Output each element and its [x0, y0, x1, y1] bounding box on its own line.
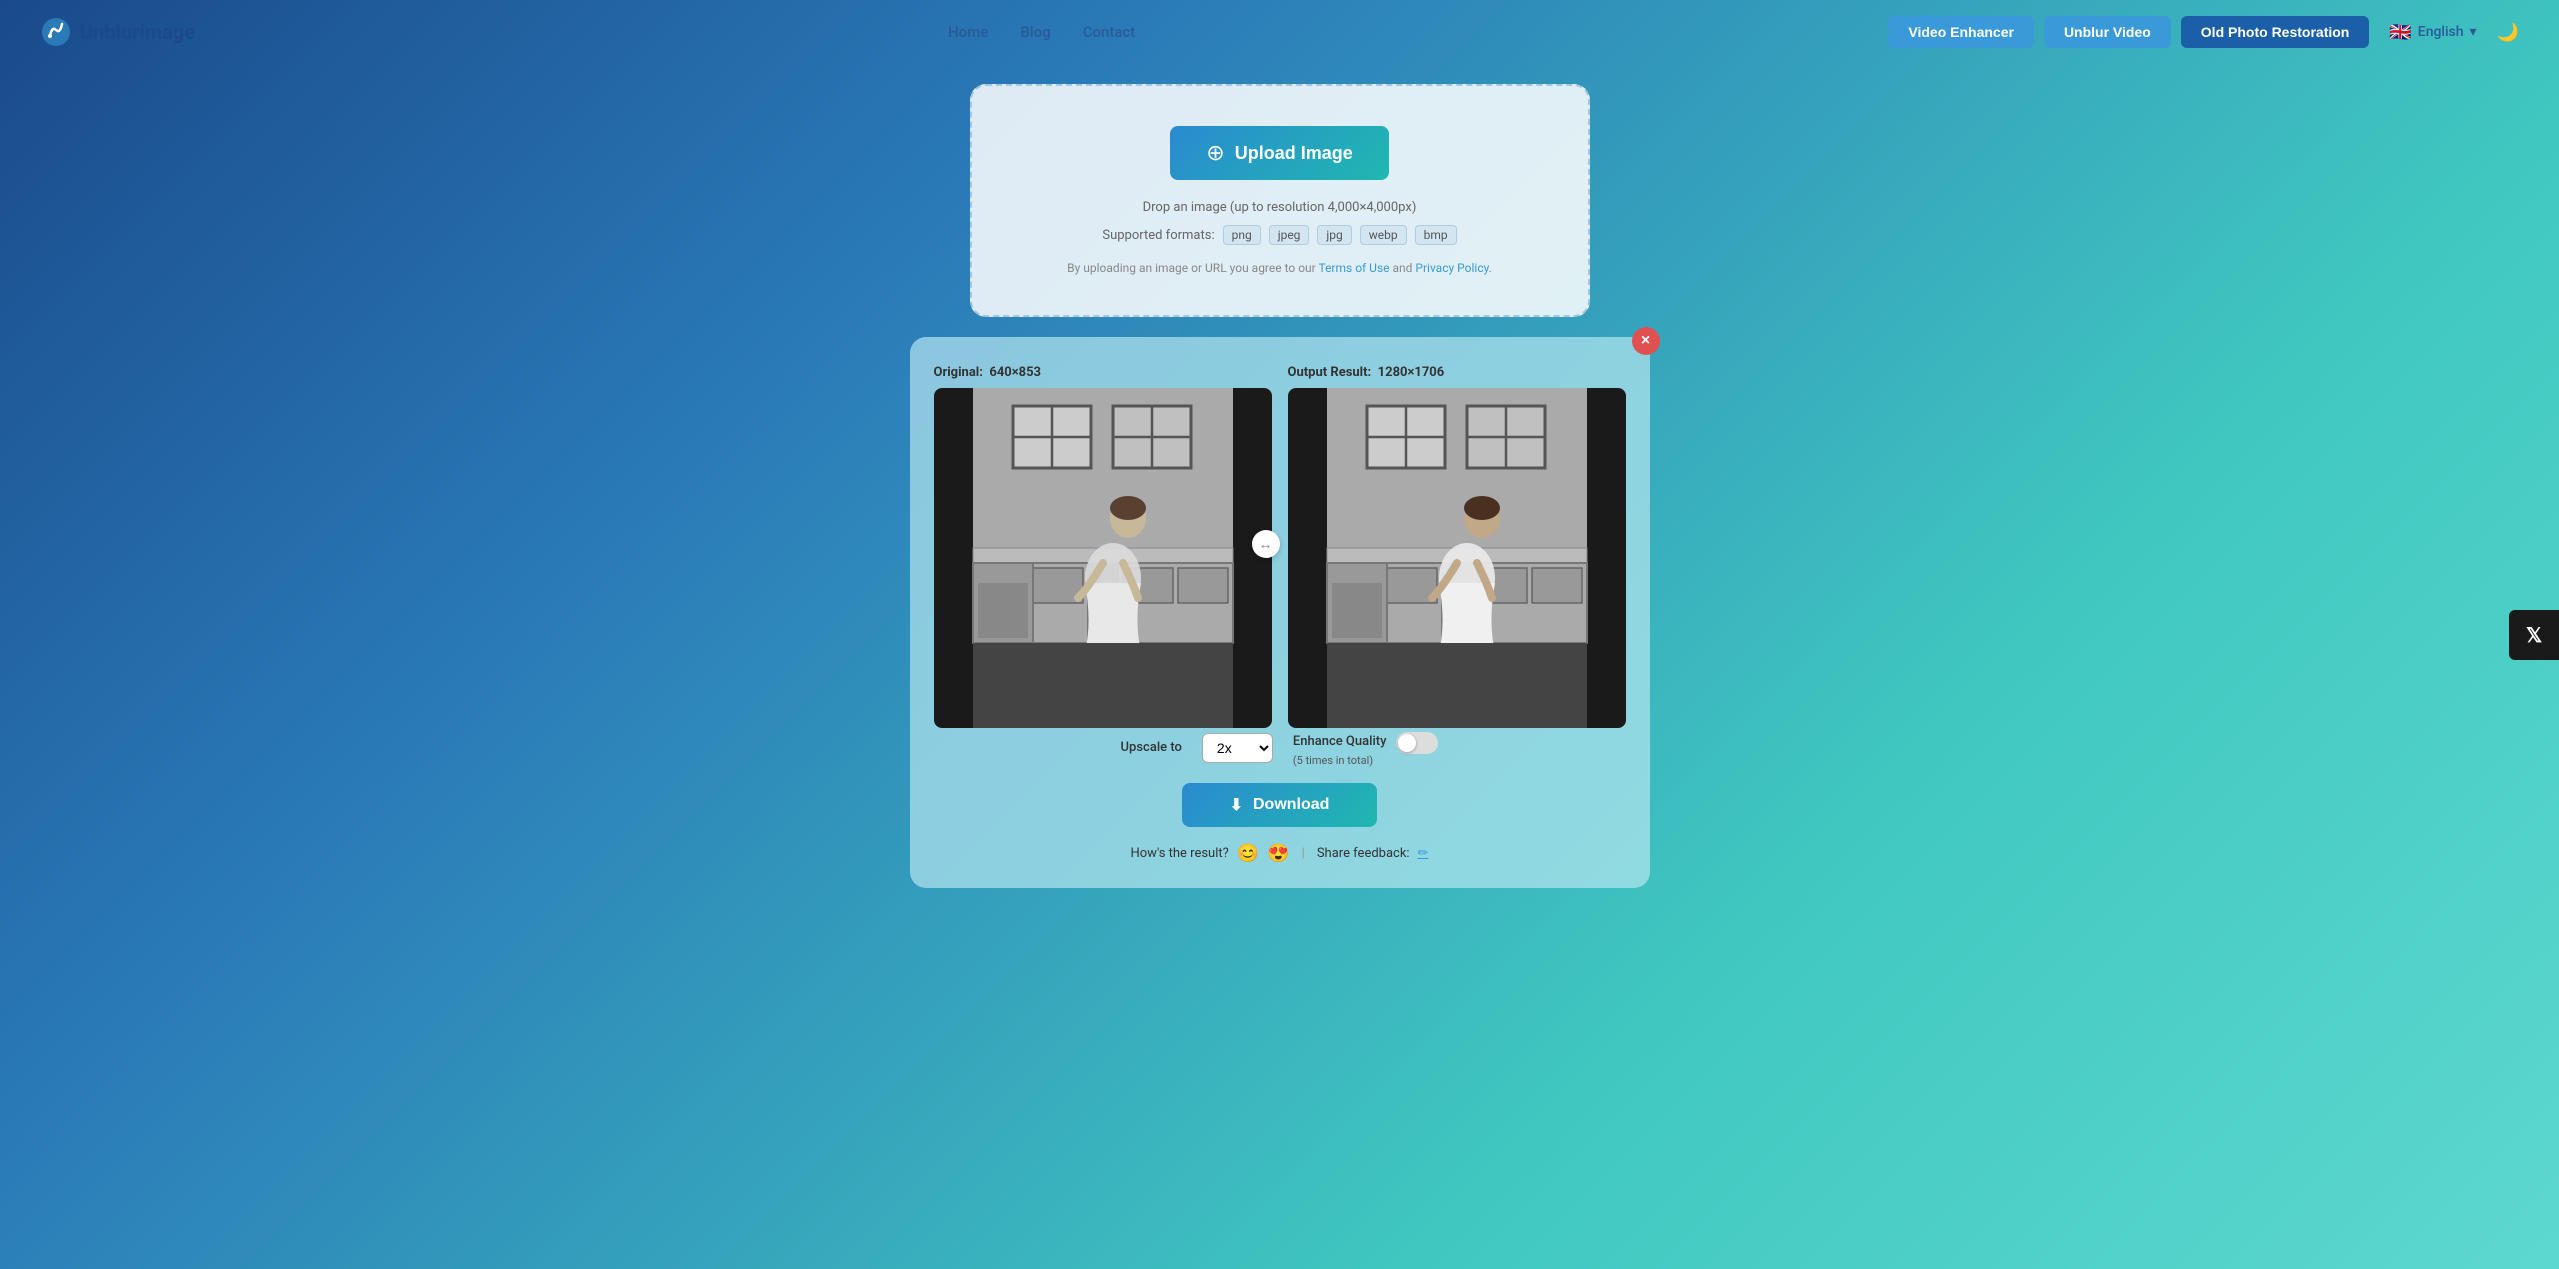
emoji-love[interactable]: 😍 — [1267, 843, 1289, 864]
images-comparison: ↔ — [934, 388, 1626, 728]
image-labels-row: Original: 640×853 Output Result: 1280×17… — [934, 361, 1626, 380]
terms-text: By uploading an image or URL you agree t… — [1032, 261, 1528, 275]
header-right: Video Enhancer Unblur Video Old Photo Re… — [1888, 16, 2519, 49]
images-divider: ↔ — [1252, 530, 1280, 558]
original-label-area: Original: 640×853 — [934, 361, 1272, 380]
lang-label: English — [2418, 24, 2464, 40]
output-image-panel — [1288, 388, 1626, 728]
x-twitter-button[interactable]: 𝕏 — [2509, 610, 2559, 660]
unblur-video-button[interactable]: Unblur Video — [2044, 16, 2171, 48]
enhance-sub: (5 times in total) — [1293, 754, 1373, 767]
share-feedback-link[interactable]: ✏ — [1418, 846, 1429, 861]
main-nav: Home Blog Contact — [948, 23, 1135, 41]
main-content: ⊕ Upload Image Drop an image (up to reso… — [0, 64, 2559, 928]
download-button[interactable]: ⬇ Download — [1182, 783, 1378, 827]
format-jpg: jpg — [1317, 225, 1351, 245]
close-button[interactable]: × — [1632, 327, 1660, 355]
format-jpeg: jpeg — [1269, 225, 1310, 245]
formats-label: Supported formats: — [1102, 228, 1214, 243]
download-area: ⬇ Download — [934, 783, 1626, 827]
nav-home[interactable]: Home — [948, 23, 988, 41]
drop-text: Drop an image (up to resolution 4,000×4,… — [1032, 200, 1528, 215]
controls-row: Upscale to 2x 1x 4x Enhance Quality (5 t… — [934, 728, 1626, 767]
original-photo-svg — [934, 388, 1272, 728]
feedback-question: How's the result? — [1130, 846, 1228, 861]
logo[interactable]: Unblurimage — [40, 16, 195, 48]
language-selector[interactable]: 🇬🇧 English ▾ — [2379, 16, 2486, 49]
upscale-label: Upscale to — [1121, 740, 1182, 755]
format-png: png — [1223, 225, 1261, 245]
enhance-row: Enhance Quality — [1293, 728, 1439, 754]
original-image-panel — [934, 388, 1272, 728]
output-label: Output Result: 1280×1706 — [1288, 365, 1445, 380]
toggle-knob — [1398, 734, 1416, 752]
enhance-label: Enhance Quality — [1293, 734, 1387, 749]
plus-icon: ⊕ — [1206, 140, 1224, 166]
upload-area: ⊕ Upload Image Drop an image (up to reso… — [970, 84, 1590, 317]
nav-contact[interactable]: Contact — [1083, 23, 1136, 41]
chevron-down-icon: ▾ — [2470, 24, 2477, 40]
header: Unblurimage Home Blog Contact Video Enha… — [0, 0, 2559, 64]
video-enhancer-button[interactable]: Video Enhancer — [1888, 16, 2034, 48]
feedback-row: How's the result? 😊 😍 | Share feedback: … — [934, 843, 1626, 864]
dark-mode-icon[interactable]: 🌙 — [2497, 22, 2519, 43]
format-webp: webp — [1360, 225, 1407, 245]
output-size: 1280×1706 — [1378, 365, 1445, 380]
original-photo — [934, 388, 1272, 728]
old-photo-button[interactable]: Old Photo Restoration — [2181, 16, 2370, 48]
output-label-area: Output Result: 1280×1706 — [1288, 361, 1626, 380]
output-label-text: Output Result: — [1288, 365, 1372, 380]
download-icon: ⬇ — [1230, 795, 1243, 815]
original-label: Original: 640×853 — [934, 365, 1042, 380]
share-feedback-label: Share feedback: — [1317, 846, 1410, 861]
result-container: × Original: 640×853 Output Result: 1280×… — [910, 337, 1650, 888]
original-size: 640×853 — [989, 365, 1041, 380]
upscale-select[interactable]: 2x 1x 4x — [1202, 733, 1273, 763]
output-photo-svg — [1288, 388, 1626, 728]
output-photo — [1288, 388, 1626, 728]
logo-text: Unblurimage — [80, 20, 195, 44]
divider: | — [1302, 846, 1305, 861]
formats-row: Supported formats: png jpeg jpg webp bmp — [1032, 225, 1528, 245]
privacy-policy-link[interactable]: Privacy Policy — [1415, 261, 1488, 275]
upload-image-button[interactable]: ⊕ Upload Image — [1170, 126, 1388, 180]
emoji-happy[interactable]: 😊 — [1237, 843, 1259, 864]
original-label-text: Original: — [934, 365, 983, 380]
download-label: Download — [1253, 796, 1329, 814]
upload-button-label: Upload Image — [1235, 143, 1353, 164]
flag-icon: 🇬🇧 — [2389, 22, 2411, 43]
x-icon: 𝕏 — [2526, 623, 2542, 647]
enhance-toggle[interactable] — [1396, 732, 1438, 754]
terms-of-use-link[interactable]: Terms of Use — [1318, 261, 1389, 275]
logo-icon — [40, 16, 72, 48]
format-bmp: bmp — [1415, 225, 1457, 245]
enhance-quality-group: Enhance Quality (5 times in total) — [1293, 728, 1439, 767]
nav-blog[interactable]: Blog — [1020, 23, 1050, 41]
